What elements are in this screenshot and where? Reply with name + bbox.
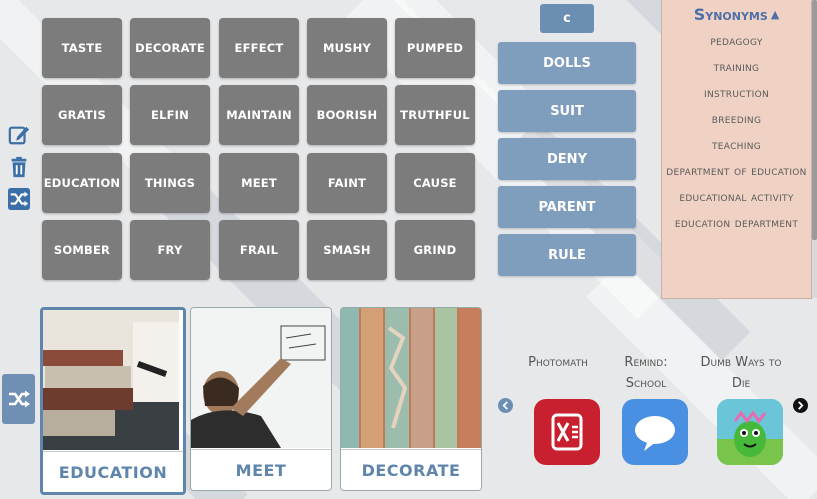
word-tile[interactable]: boorish xyxy=(307,85,387,145)
word-tile[interactable]: truthful xyxy=(395,85,475,145)
word-button-suit[interactable]: suit xyxy=(498,90,636,132)
word-button-deny[interactable]: deny xyxy=(498,138,636,180)
scrollbar-thumb[interactable] xyxy=(812,0,817,240)
app-name: Dumb Ways to Die xyxy=(700,355,782,391)
word-tile[interactable]: things xyxy=(130,153,210,213)
word-tile[interactable]: smash xyxy=(307,220,387,280)
photomath-icon[interactable] xyxy=(534,399,600,465)
painted-wood-photo xyxy=(341,308,481,448)
word-button-dolls[interactable]: dolls xyxy=(498,42,636,84)
synonym-item[interactable]: department of education xyxy=(666,158,807,184)
card-label: DECORATE xyxy=(341,449,481,490)
word-tile[interactable]: education xyxy=(42,153,122,213)
word-tile[interactable]: faint xyxy=(307,153,387,213)
synonym-item[interactable]: teaching xyxy=(666,132,807,158)
chevron-right-icon xyxy=(798,401,804,410)
books-photo xyxy=(43,310,179,450)
word-tile[interactable]: somber xyxy=(42,220,122,280)
image-card-decorate[interactable]: DECORATE xyxy=(340,307,482,491)
word-grid: taste decorate effect mushy pumped grati… xyxy=(42,18,476,282)
word-tile[interactable]: elfin xyxy=(130,85,210,145)
synonym-item[interactable]: breeding xyxy=(666,106,807,132)
word-tile[interactable]: grind xyxy=(395,220,475,280)
word-tile[interactable]: meet xyxy=(219,153,299,213)
carousel-next-button[interactable] xyxy=(793,398,808,413)
shuffle-images-button[interactable] xyxy=(2,374,35,424)
whiteboard-photo xyxy=(191,308,331,448)
synonyms-panel: Synonyms ▲ pedagogy training instruction… xyxy=(661,0,812,299)
app-name: Photomath xyxy=(528,355,588,370)
word-tile[interactable]: effect xyxy=(219,18,299,78)
card-label: EDUCATION xyxy=(43,451,183,492)
synonym-item[interactable]: training xyxy=(666,54,807,80)
word-tile[interactable]: pumped xyxy=(395,18,475,78)
synonyms-title: Synonyms xyxy=(693,4,768,24)
synonyms-scrollbar[interactable] xyxy=(812,0,817,298)
carousel-prev-button[interactable] xyxy=(498,398,513,413)
synonym-item[interactable]: instruction xyxy=(666,80,807,106)
word-tile[interactable]: gratis xyxy=(42,85,122,145)
shuffle-icon[interactable] xyxy=(8,188,30,210)
word-tile[interactable]: taste xyxy=(42,18,122,78)
app-photomath[interactable]: Photomath xyxy=(517,352,600,465)
word-tile[interactable]: cause xyxy=(395,153,475,213)
word-tile[interactable]: frail xyxy=(219,220,299,280)
shuffle-icon xyxy=(8,390,30,408)
card-label: MEET xyxy=(191,449,331,490)
synonym-item[interactable]: educational activity xyxy=(666,184,807,210)
word-tile[interactable]: mushy xyxy=(307,18,387,78)
edit-icon[interactable] xyxy=(8,124,30,146)
back-button[interactable]: c xyxy=(540,4,594,33)
synonyms-list: pedagogy training instruction breeding t… xyxy=(662,28,811,236)
chevron-left-icon xyxy=(502,401,508,410)
synonym-item[interactable]: education department xyxy=(666,210,807,236)
dumb-ways-icon[interactable] xyxy=(717,399,783,465)
synonym-item[interactable]: pedagogy xyxy=(666,28,807,54)
app-name: Remind: School xyxy=(624,355,668,391)
word-button-parent[interactable]: parent xyxy=(498,186,636,228)
app-dumb-ways[interactable]: Dumb Ways to Die xyxy=(700,352,783,465)
collapse-arrow-icon[interactable]: ▲ xyxy=(771,8,779,21)
image-card-meet[interactable]: MEET xyxy=(190,307,332,491)
synonyms-header[interactable]: Synonyms ▲ xyxy=(662,0,811,28)
word-tile[interactable]: decorate xyxy=(130,18,210,78)
image-card-education[interactable]: EDUCATION xyxy=(40,307,186,495)
word-tile[interactable]: fry xyxy=(130,220,210,280)
word-tile[interactable]: maintain xyxy=(219,85,299,145)
word-button-rule[interactable]: rule xyxy=(498,234,636,276)
remind-chat-icon[interactable] xyxy=(622,399,688,465)
trash-icon[interactable] xyxy=(8,156,30,178)
app-remind[interactable]: Remind: School xyxy=(605,352,688,465)
